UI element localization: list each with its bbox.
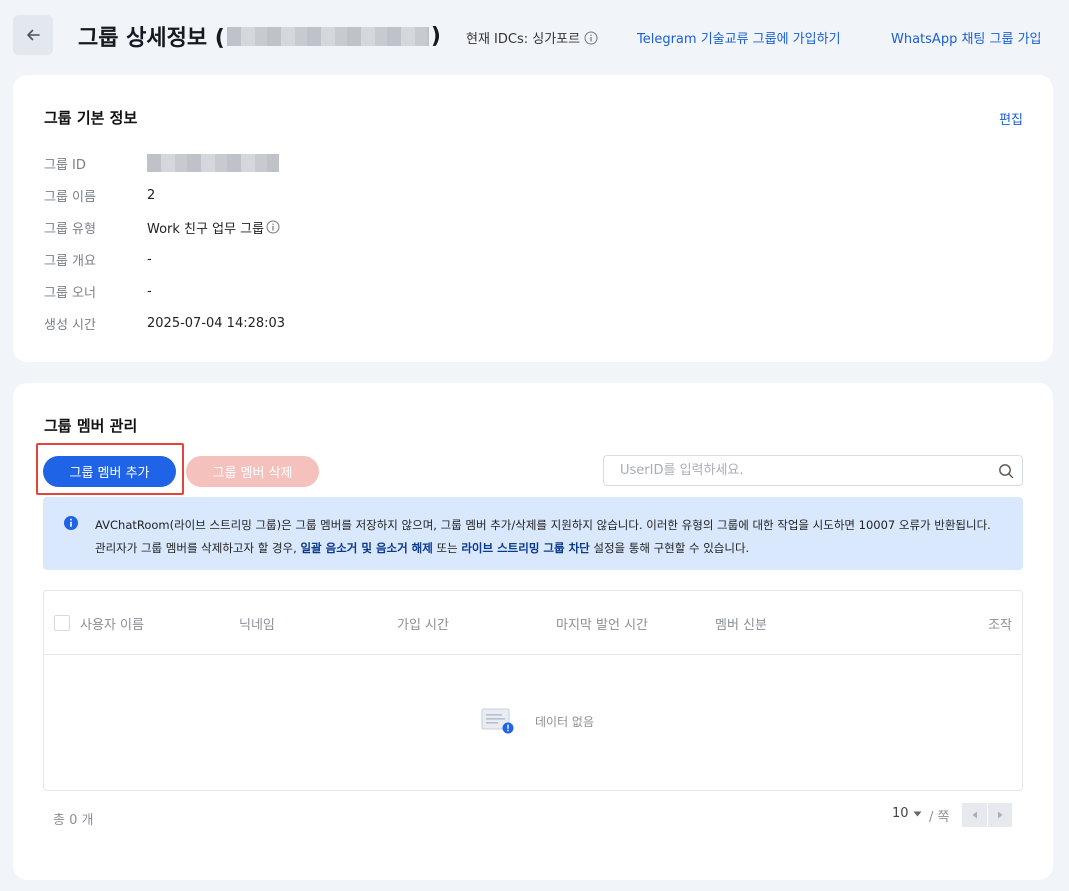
page-title-close: ) xyxy=(430,23,441,49)
notice-text: 설정을 통해 구현할 수 있습니다. xyxy=(589,541,750,555)
userid-search-input[interactable] xyxy=(620,463,998,478)
prev-page-button[interactable] xyxy=(962,803,987,827)
info-icon[interactable] xyxy=(266,220,280,234)
page-title-text: 그룹 상세정보 ( xyxy=(78,26,225,51)
delete-member-button[interactable]: 그룹 멤버 삭제 xyxy=(186,456,319,487)
info-icon[interactable] xyxy=(584,31,598,45)
info-value: Work 친구 업무 그룹 xyxy=(147,218,280,237)
group-type-value: Work 친구 업무 그룹 xyxy=(147,221,265,237)
empty-state: 데이터 없음 xyxy=(481,707,594,735)
select-all-checkbox[interactable] xyxy=(54,615,70,631)
page-title: 그룹 상세정보 ( ) xyxy=(78,20,441,52)
info-row-created-time: 생성 시간 2025-07-04 14:28:03 xyxy=(44,313,285,333)
column-header: 사용자 이름 xyxy=(80,618,144,633)
page-size-select[interactable]: 10 xyxy=(892,806,922,821)
column-header: 마지막 발언 시간 xyxy=(556,618,648,633)
basic-info-card: 그룹 기본 정보 편집 그룹 ID 그룹 이름 2 그룹 유형 Work 친구 … xyxy=(13,75,1053,362)
info-value: 2025-07-04 14:28:03 xyxy=(147,315,286,331)
notice-banner: AVChatRoom(라이브 스트리밍 그룹)은 그룹 멤버를 저장하지 않으며… xyxy=(43,497,1023,570)
info-label: 그룹 유형 xyxy=(44,221,96,237)
info-label: 그룹 오너 xyxy=(44,285,96,301)
basic-info-title: 그룹 기본 정보 xyxy=(44,109,138,127)
redacted-group-id xyxy=(226,26,429,46)
info-row-group-owner: 그룹 오너 - xyxy=(44,281,152,301)
info-value xyxy=(147,154,279,172)
next-page-icon xyxy=(998,811,1003,819)
table-header: 사용자 이름 닉네임 가입 시간 마지막 발언 시간 멤버 신분 조작 xyxy=(44,591,1022,655)
search-box[interactable] xyxy=(603,455,1023,486)
empty-data-icon xyxy=(481,708,514,734)
total-count: 총 0 개 xyxy=(53,813,94,828)
per-page-label: / 쪽 xyxy=(929,810,950,825)
info-label: 생성 시간 xyxy=(44,317,96,333)
add-member-button[interactable]: 그룹 멤버 추가 xyxy=(43,456,176,487)
info-label: 그룹 ID xyxy=(44,157,86,173)
info-row-group-id: 그룹 ID xyxy=(44,153,279,173)
search-icon[interactable] xyxy=(998,463,1014,479)
info-row-group-type: 그룹 유형 Work 친구 업무 그룹 xyxy=(44,217,280,237)
next-page-button[interactable] xyxy=(987,803,1012,827)
top-bar: 그룹 상세정보 ( ) 현재 IDCs: 싱가포르 Telegram 기술교류 … xyxy=(0,0,1069,75)
info-label: 그룹 개요 xyxy=(44,253,96,269)
column-header: 가입 시간 xyxy=(397,618,449,633)
telegram-link[interactable]: Telegram 기술교류 그룹에 가입하기 xyxy=(637,28,841,47)
column-header: 조작 xyxy=(988,618,1012,633)
caret-down-icon xyxy=(913,811,922,816)
info-row-group-name: 그룹 이름 2 xyxy=(44,185,155,205)
edit-link[interactable]: 편집 xyxy=(999,109,1023,128)
redacted-group-id-value xyxy=(147,154,279,172)
ban-link[interactable]: 라이브 스트리밍 그룹 차단 xyxy=(461,541,589,555)
info-label: 그룹 이름 xyxy=(44,189,96,205)
page-size-value: 10 xyxy=(892,806,909,821)
empty-text: 데이터 없음 xyxy=(535,714,595,729)
notice-text: 또는 xyxy=(432,541,462,555)
member-management-title: 그룹 멤버 관리 xyxy=(44,417,138,435)
column-header: 닉네임 xyxy=(239,618,275,633)
idc-indicator: 현재 IDCs: 싱가포르 xyxy=(466,28,598,47)
column-header: 멤버 신분 xyxy=(715,618,767,633)
info-row-group-intro: 그룹 개요 - xyxy=(44,249,152,269)
info-value: - xyxy=(147,251,152,267)
info-value: - xyxy=(147,283,152,299)
member-management-card: 그룹 멤버 관리 그룹 멤버 추가 그룹 멤버 삭제 AVChatRoom(라이… xyxy=(13,383,1053,880)
whatsapp-link[interactable]: WhatsApp 채팅 그룹 가입 xyxy=(891,28,1041,47)
info-value: 2 xyxy=(147,187,156,203)
pagination xyxy=(962,803,1012,827)
back-button[interactable] xyxy=(13,15,53,55)
back-arrow-icon xyxy=(27,29,40,41)
mute-link[interactable]: 일괄 음소거 및 음소거 해제 xyxy=(300,541,432,555)
member-table: 사용자 이름 닉네임 가입 시간 마지막 발언 시간 멤버 신분 조작 데이터 … xyxy=(43,590,1023,791)
idc-label: 현재 IDCs: 싱가포르 xyxy=(466,32,581,47)
info-icon xyxy=(64,516,78,530)
prev-page-icon xyxy=(972,811,977,819)
